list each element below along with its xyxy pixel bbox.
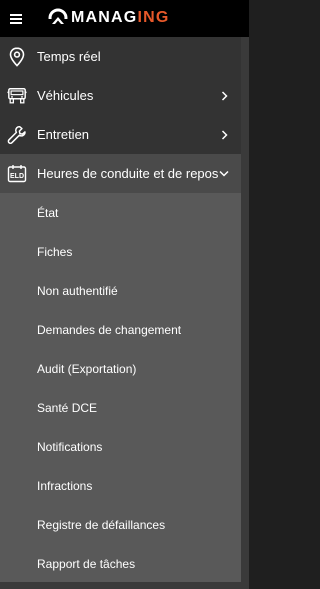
brand-name: MANAGING	[71, 9, 170, 26]
truck-icon	[7, 85, 27, 107]
menu-item-entretien[interactable]: Entretien	[0, 115, 241, 154]
submenu-label: État	[37, 205, 59, 220]
submenu-item-audit-exportation[interactable]: Audit (Exportation)	[0, 349, 241, 388]
managing-logo-icon	[48, 8, 68, 28]
submenu-label: Demandes de changement	[37, 322, 182, 337]
chevron-down-icon[interactable]	[219, 169, 229, 179]
hamburger-icon[interactable]	[10, 13, 23, 24]
submenu-item-infractions[interactable]: Infractions	[0, 466, 241, 505]
submenu-item-sante-dce[interactable]: Santé DCE	[0, 388, 241, 427]
menu-item-heures-de-conduite[interactable]: ELD Heures de conduite et de repos	[0, 154, 241, 193]
chevron-right-icon[interactable]	[219, 129, 229, 140]
submenu-item-non-authentifie[interactable]: Non authentifié	[0, 271, 241, 310]
submenu-item-rapport-de-taches[interactable]: Rapport de tâches	[0, 544, 241, 583]
menu-label-temps-reel: Temps réel	[37, 49, 101, 64]
submenu-label: Santé DCE	[37, 400, 98, 415]
menu-label-heures-de-conduite: Heures de conduite et de repos	[37, 166, 219, 181]
submenu-label: Registre de défaillances	[37, 517, 166, 532]
submenu-label: Rapport de tâches	[37, 556, 136, 571]
submenu-item-registre-de-defaillances[interactable]: Registre de défaillances	[0, 505, 241, 544]
brand-logo[interactable]: MANAGING	[48, 7, 169, 29]
submenu-label: Fiches	[37, 244, 73, 259]
scroll-gutter	[241, 37, 249, 589]
map-pin-icon	[7, 46, 27, 68]
submenu-label: Infractions	[37, 478, 93, 493]
svg-text:ELD: ELD	[10, 173, 24, 180]
submenu-item-notifications[interactable]: Notifications	[0, 427, 241, 466]
app-window: MANAGING Temps réel Véhicules Entretien …	[0, 0, 249, 589]
submenu-heures-de-conduite: État Fiches Non authentifié Demandes de …	[0, 193, 241, 589]
submenu-label: Notifications	[37, 439, 103, 454]
submenu-item-fiches[interactable]: Fiches	[0, 232, 241, 271]
submenu-item-etat[interactable]: État	[0, 193, 241, 232]
menu-label-entretien: Entretien	[37, 127, 90, 142]
bottom-divider	[0, 582, 241, 589]
submenu-item-demandes-de-changement[interactable]: Demandes de changement	[0, 310, 241, 349]
submenu-label: Non authentifié	[37, 283, 118, 298]
wrench-icon	[7, 124, 27, 146]
submenu-label: Audit (Exportation)	[37, 361, 137, 376]
menu-label-vehicules: Véhicules	[37, 88, 94, 103]
top-header: MANAGING	[0, 0, 249, 37]
chevron-right-icon[interactable]	[219, 90, 229, 101]
menu-item-vehicules[interactable]: Véhicules	[0, 76, 241, 115]
menu-item-temps-reel[interactable]: Temps réel	[0, 37, 241, 76]
eld-icon: ELD	[7, 163, 27, 185]
